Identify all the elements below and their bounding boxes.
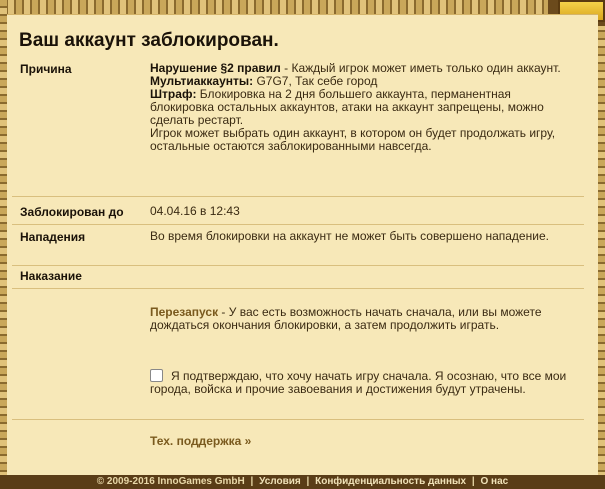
confirm-restart-checkbox[interactable] [150, 369, 163, 382]
reason-label: Причина [20, 62, 72, 76]
footer: © 2009-2016 InnoGames GmbH | Условия | К… [0, 475, 605, 489]
rule-violation: Нарушение §2 правил [150, 61, 281, 75]
blocked-until-label: Заблокирован до [20, 205, 124, 219]
about-link[interactable]: О нас [480, 476, 508, 487]
footer-separator: | [306, 476, 310, 487]
copyright: © 2009-2016 InnoGames GmbH [96, 476, 245, 487]
confirm-restart-block: Я подтверждаю, что хочу начать игру снач… [150, 369, 570, 396]
account-blocked-panel: Ваш аккаунт заблокирован. Причина Наруше… [7, 14, 598, 476]
decorative-border-top [0, 0, 605, 14]
page-title: Ваш аккаунт заблокирован. [19, 30, 279, 51]
rule-text: - Каждый игрок может иметь только один а… [280, 61, 561, 75]
terms-link[interactable]: Условия [259, 476, 301, 487]
support-row: Тех. поддержка » [12, 420, 584, 460]
decorative-border-left [0, 0, 7, 489]
support-link[interactable]: Тех. поддержка » [150, 434, 251, 448]
attacks-row: Нападения Во время блокировки на аккаунт… [12, 225, 584, 266]
penalty-label: Штраф: [150, 87, 197, 101]
restart-label: Перезапуск [150, 305, 219, 319]
punishment-label: Наказание [20, 269, 82, 283]
decorative-border-right [598, 0, 605, 489]
footer-separator: | [471, 476, 475, 487]
reason-row: Причина Нарушение §2 правил - Каждый игр… [12, 59, 584, 197]
attacks-label: Нападения [20, 230, 86, 244]
multiaccounts-label: Мультиаккаунты: [150, 74, 254, 88]
confirm-restart-text: Я подтверждаю, что хочу начать игру снач… [150, 369, 567, 396]
restart-section: Перезапуск - У вас есть возможность нача… [12, 289, 584, 420]
restart-description: Перезапуск - У вас есть возможность нача… [150, 306, 570, 332]
support-link-wrap: Тех. поддержка » [150, 435, 570, 448]
attacks-value: Во время блокировки на аккаунт не может … [150, 229, 549, 243]
privacy-link[interactable]: Конфиденциальность данных [315, 476, 466, 487]
penalty-text: Блокировка на 2 дня большего аккаунта, п… [150, 87, 544, 127]
blocked-until-value: 04.04.16 в 12:43 [150, 204, 240, 218]
multiaccounts-value: G7G7, Так себе город [253, 74, 378, 88]
blocked-until-row: Заблокирован до 04.04.16 в 12:43 [12, 197, 584, 225]
choice-text: Игрок может выбрать один аккаунт, в кото… [150, 126, 556, 153]
punishment-row: Наказание [12, 266, 584, 289]
reason-value: Нарушение §2 правил - Каждый игрок может… [150, 62, 570, 153]
footer-separator: | [250, 476, 254, 487]
